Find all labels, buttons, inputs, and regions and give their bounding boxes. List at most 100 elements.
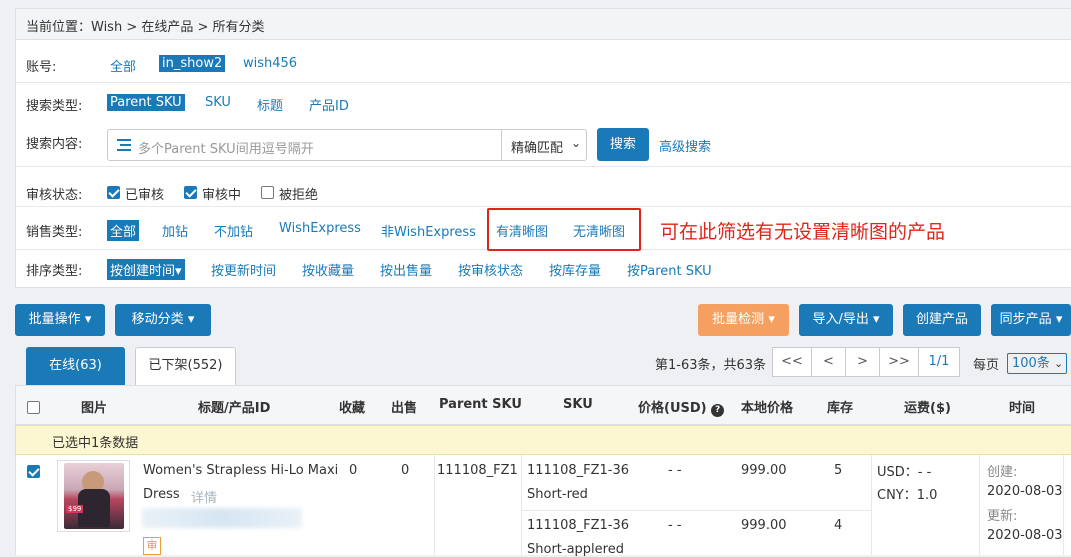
- variant-sku-line2: Short-red: [527, 487, 588, 502]
- account-option-in-show2[interactable]: in_show2: [159, 55, 226, 72]
- search-type-label: 搜索类型:: [26, 99, 83, 114]
- created-date: 2020-08-03: [987, 484, 1063, 499]
- sale-type-all[interactable]: 全部: [107, 220, 140, 241]
- product-image[interactable]: $99: [57, 460, 130, 532]
- search-type-sku[interactable]: SKU: [205, 95, 231, 110]
- variant-stock: 5: [834, 463, 843, 478]
- search-button[interactable]: 搜索: [597, 128, 649, 161]
- header-parent-sku: Parent SKU: [439, 397, 522, 412]
- bulk-operations-button[interactable]: 批量操作 ▾: [15, 304, 105, 336]
- account-label: 账号:: [26, 60, 57, 75]
- search-type-parent-sku[interactable]: Parent SKU: [107, 94, 185, 111]
- selection-notice: 已选中1条数据: [52, 436, 139, 451]
- row-checkbox[interactable]: [27, 465, 40, 478]
- variant-local-price: 999.00: [741, 463, 787, 478]
- table-header: 图片 标题/产品ID 收藏 出售 Parent SKU SKU 价格(USD) …: [15, 385, 1071, 425]
- favorites-count: 0: [349, 463, 358, 478]
- tab-online[interactable]: 在线(63): [26, 347, 125, 385]
- checkbox-rejected[interactable]: [261, 186, 274, 199]
- header-sku: SKU: [563, 397, 593, 412]
- review-status-reviewed: 已审核: [125, 188, 165, 203]
- shipping-usd: USD：- -: [877, 465, 932, 480]
- move-category-button[interactable]: 移动分类 ▾: [115, 304, 211, 336]
- search-type-product-id[interactable]: 产品ID: [309, 95, 349, 114]
- sort-option-updated[interactable]: 按更新时间: [211, 260, 276, 279]
- sold-count: 0: [401, 463, 410, 478]
- per-page-select[interactable]: 100条 ⌄: [1007, 353, 1067, 374]
- annotation-note: 可在此筛选有无设置清晰图的产品: [660, 221, 946, 243]
- header-favorites: 收藏: [339, 401, 366, 416]
- search-content-label: 搜索内容:: [26, 137, 83, 152]
- caret-down-icon: ▾: [187, 312, 195, 327]
- checkbox-reviewing[interactable]: [184, 186, 197, 199]
- sort-option-sold[interactable]: 按出售量: [380, 260, 432, 279]
- help-icon: ?: [711, 404, 725, 417]
- product-title-line2[interactable]: Dress: [143, 487, 180, 502]
- create-product-button[interactable]: 创建产品: [903, 304, 981, 336]
- advanced-search-link[interactable]: 高级搜索: [659, 136, 711, 155]
- product-detail-link[interactable]: 详情: [191, 487, 217, 506]
- sale-type-non-wishexpress[interactable]: 非WishExpress: [381, 221, 476, 240]
- header-stock: 库存: [827, 401, 854, 416]
- header-sold: 出售: [391, 401, 418, 416]
- sale-type-label: 销售类型:: [26, 225, 83, 240]
- review-status-rejected: 被拒绝: [279, 188, 319, 203]
- header-shipping: 运费($): [904, 401, 951, 416]
- account-option-wish456[interactable]: wish456: [243, 56, 297, 71]
- sort-option-stock[interactable]: 按库存量: [549, 260, 601, 279]
- selection-notice-bar: 已选中1条数据: [15, 425, 1071, 455]
- tab-offline[interactable]: 已下架(552): [135, 347, 236, 385]
- sale-type-no-diamond[interactable]: 不加钻: [214, 221, 253, 240]
- caret-down-icon: ▾: [873, 312, 880, 327]
- chevron-down-icon: ⌄: [1053, 357, 1064, 370]
- import-export-button[interactable]: 导入/导出 ▾: [799, 304, 893, 336]
- review-badge: 审: [143, 537, 161, 555]
- sale-type-wishexpress[interactable]: WishExpress: [279, 221, 361, 236]
- bulk-check-button[interactable]: 批量检测 ▾: [698, 304, 789, 336]
- header-title: 标题/产品ID: [198, 401, 271, 416]
- sync-product-button[interactable]: 同步产品 ▾: [991, 304, 1071, 336]
- product-title-line1[interactable]: Women's Strapless Hi-Lo Maxi: [143, 463, 338, 478]
- sort-option-parent-sku[interactable]: 按Parent SKU: [627, 260, 712, 279]
- sort-option-created[interactable]: 按创建时间▾: [107, 259, 185, 280]
- table-row: $99 审 Women's Strapless Hi-Lo Maxi Dress…: [15, 455, 1071, 557]
- blurred-product-id: [142, 508, 302, 528]
- variant-sku-line1: 111108_FZ1-36: [527, 463, 630, 478]
- variant-price: - -: [668, 463, 682, 478]
- next-page-button[interactable]: >: [845, 347, 880, 377]
- annotation-highlight-box: [487, 208, 641, 251]
- pagination-summary: 第1-63条，共63条: [655, 358, 767, 373]
- per-page-label: 每页: [973, 358, 1000, 373]
- last-page-button[interactable]: >>: [879, 347, 919, 377]
- updated-date: 2020-08-03: [987, 528, 1063, 543]
- search-type-title[interactable]: 标题: [257, 95, 283, 114]
- parent-sku-value: 111108_FZ1: [437, 463, 518, 478]
- header-image: 图片: [81, 401, 108, 416]
- checkbox-reviewed[interactable]: [107, 186, 120, 199]
- caret-down-icon: ▾: [1055, 312, 1063, 327]
- header-price-usd: 价格(USD) ?: [638, 397, 725, 417]
- prev-page-button[interactable]: <: [811, 347, 846, 377]
- breadcrumb-text: 当前位置：Wish > 在线产品 > 所有分类: [26, 20, 265, 35]
- variant-local-price: 999.00: [741, 518, 787, 533]
- shipping-cny: CNY：1.0: [877, 488, 938, 503]
- image-price-tag: $99: [66, 505, 84, 513]
- select-all-checkbox[interactable]: [27, 401, 40, 414]
- list-icon: [117, 139, 131, 151]
- sale-type-diamond[interactable]: 加钻: [162, 221, 188, 240]
- updated-label: 更新:: [987, 509, 1018, 524]
- first-page-button[interactable]: <<: [772, 347, 812, 377]
- created-label: 创建:: [987, 465, 1018, 480]
- search-input[interactable]: 多个Parent SKU间用逗号隔开 精确匹配 ⌄: [107, 129, 587, 161]
- variant-sku-line1: 111108_FZ1-36: [527, 518, 630, 533]
- match-mode-select[interactable]: 精确匹配: [511, 137, 563, 156]
- variant-stock: 4: [834, 518, 843, 533]
- chevron-down-icon: ⌄: [571, 136, 582, 150]
- review-status-label: 审核状态:: [26, 188, 83, 203]
- search-placeholder: 多个Parent SKU间用逗号隔开: [138, 142, 314, 157]
- page-indicator: 1/1: [918, 347, 960, 377]
- header-local-price: 本地价格: [741, 401, 794, 416]
- sort-option-review-status[interactable]: 按审核状态: [458, 260, 523, 279]
- sort-option-favorites[interactable]: 按收藏量: [302, 260, 354, 279]
- account-option-all[interactable]: 全部: [110, 56, 136, 75]
